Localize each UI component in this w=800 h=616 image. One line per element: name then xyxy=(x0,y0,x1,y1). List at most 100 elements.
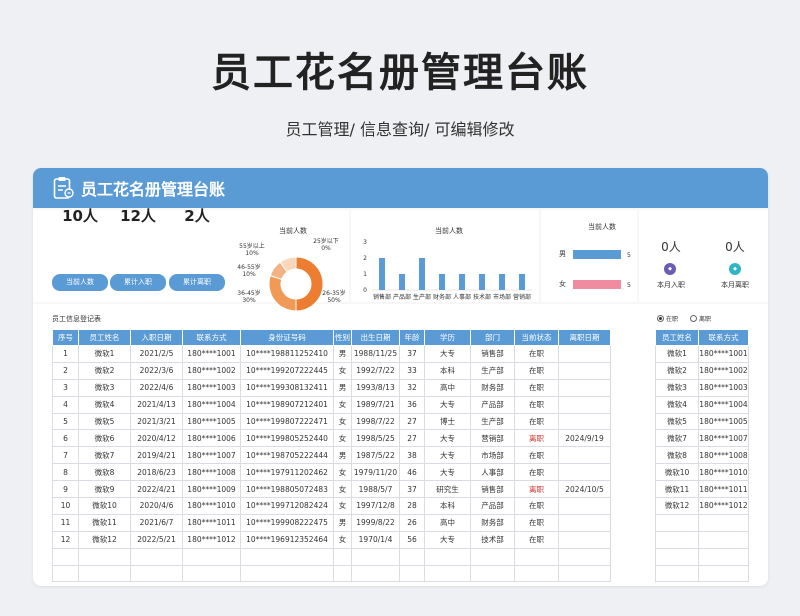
table-row[interactable]: 微软8 180****1008 xyxy=(655,446,749,465)
table-cell[interactable] xyxy=(424,564,471,583)
table-row[interactable]: 10 微软10 2020/4/6 180****1010 10****199712082… xyxy=(52,497,611,515)
table-cell[interactable]: 2022/3/6 xyxy=(130,361,183,380)
table-cell[interactable]: 27 xyxy=(399,412,425,431)
table-cell[interactable]: 人事部 xyxy=(470,463,515,482)
table-cell[interactable]: 微软10 xyxy=(655,463,699,482)
table-cell[interactable]: 10****196912352464 xyxy=(240,530,334,549)
table-cell[interactable] xyxy=(130,547,183,566)
table-cell[interactable]: 5 xyxy=(52,412,79,431)
table-cell[interactable]: 28 xyxy=(399,497,425,515)
table-cell[interactable]: 10 xyxy=(52,497,79,515)
table-cell[interactable]: 微软4 xyxy=(78,395,131,414)
table-row[interactable]: 微软3 180****1003 xyxy=(655,378,749,397)
status-left-radio[interactable] xyxy=(690,315,698,322)
table-cell[interactable] xyxy=(424,547,471,566)
table-cell[interactable]: 1992/7/22 xyxy=(351,361,400,380)
table-cell[interactable]: 女 xyxy=(333,429,352,448)
table-cell[interactable] xyxy=(698,547,749,566)
table-cell[interactable]: 180****1001 xyxy=(182,345,241,363)
table-cell[interactable]: 女 xyxy=(333,480,352,499)
table-cell[interactable]: 微软12 xyxy=(655,497,699,515)
table-cell[interactable]: 12 xyxy=(52,530,79,549)
table-cell[interactable]: 销售部 xyxy=(470,480,515,499)
table-cell[interactable]: 女 xyxy=(333,412,352,431)
table-row[interactable]: 微软10 180****1010 xyxy=(655,463,749,482)
table-cell[interactable]: 研究生 xyxy=(424,480,471,499)
table-cell[interactable] xyxy=(399,564,425,583)
table-cell[interactable]: 180****1012 xyxy=(698,497,749,515)
table-cell[interactable]: 微软10 xyxy=(78,497,131,515)
table-cell[interactable]: 大专 xyxy=(424,345,471,363)
table-cell[interactable]: 微软8 xyxy=(78,463,131,482)
table-row[interactable]: 8 微软8 2018/6/23 180****1008 10****1979112024… xyxy=(52,463,611,482)
table-cell[interactable]: 7 xyxy=(52,446,79,465)
table-cell[interactable]: 46 xyxy=(399,463,425,482)
table-cell[interactable]: 10****198907212401 xyxy=(240,395,334,414)
table-cell[interactable]: 微软11 xyxy=(655,480,699,499)
table-row[interactable]: 微软7 180****1007 xyxy=(655,429,749,448)
table-cell[interactable]: 销售部 xyxy=(470,345,515,363)
table-cell[interactable]: 32 xyxy=(399,378,425,397)
table-cell[interactable]: 180****1006 xyxy=(182,429,241,448)
table-cell[interactable] xyxy=(514,564,559,583)
table-cell[interactable]: 10****199207222445 xyxy=(240,361,334,380)
table-cell[interactable]: 女 xyxy=(333,530,352,549)
table-cell[interactable]: 大专 xyxy=(424,530,471,549)
table-cell[interactable]: 1987/5/22 xyxy=(351,446,400,465)
table-cell[interactable]: 1988/5/7 xyxy=(351,480,400,499)
table-cell[interactable]: 本科 xyxy=(424,497,471,515)
table-row[interactable]: 微软5 180****1005 xyxy=(655,412,749,431)
table-row[interactable]: 微软11 180****1011 xyxy=(655,480,749,499)
table-cell[interactable]: 财务部 xyxy=(470,513,515,532)
total-entry-button[interactable]: 累计入职 xyxy=(110,274,166,291)
table-cell[interactable]: 微软8 xyxy=(655,446,699,465)
table-cell[interactable]: 2020/4/6 xyxy=(130,497,183,515)
table-cell[interactable]: 营销部 xyxy=(470,429,515,448)
table-cell[interactable]: 男 xyxy=(333,513,352,532)
table-cell[interactable] xyxy=(558,345,611,363)
table-cell[interactable] xyxy=(558,361,611,380)
table-cell[interactable]: 微软2 xyxy=(655,361,699,380)
table-cell[interactable]: 在职 xyxy=(514,395,559,414)
table-cell[interactable] xyxy=(182,564,241,583)
table-cell[interactable]: 10****197911202462 xyxy=(240,463,334,482)
table-cell[interactable]: 8 xyxy=(52,463,79,482)
table-cell[interactable]: 在职 xyxy=(514,463,559,482)
table-cell[interactable]: 高中 xyxy=(424,378,471,397)
table-cell[interactable] xyxy=(655,530,699,549)
table-cell[interactable] xyxy=(558,463,611,482)
table-cell[interactable]: 180****1008 xyxy=(182,463,241,482)
table-cell[interactable]: 10****199805252440 xyxy=(240,429,334,448)
table-cell[interactable]: 10****198805072483 xyxy=(240,480,334,499)
table-cell[interactable]: 10****198811252410 xyxy=(240,345,334,363)
table-cell[interactable]: 2018/6/23 xyxy=(130,463,183,482)
table-cell[interactable] xyxy=(351,564,400,583)
table-cell[interactable]: 大专 xyxy=(424,463,471,482)
table-cell[interactable]: 1970/1/4 xyxy=(351,530,400,549)
table-cell[interactable] xyxy=(558,530,611,549)
table-cell[interactable]: 180****1011 xyxy=(698,480,749,499)
table-row[interactable]: 7 微软7 2019/4/21 180****1007 10****1987052224… xyxy=(52,446,611,465)
table-cell[interactable]: 生产部 xyxy=(470,412,515,431)
table-cell[interactable] xyxy=(470,564,515,583)
table-cell[interactable] xyxy=(78,547,131,566)
table-cell[interactable]: 180****1004 xyxy=(698,395,749,414)
table-row[interactable]: 12 微软12 2022/5/21 180****1012 10****19691235… xyxy=(52,530,611,549)
table-cell[interactable] xyxy=(558,446,611,465)
table-cell[interactable]: 56 xyxy=(399,530,425,549)
table-cell[interactable]: 2019/4/21 xyxy=(130,446,183,465)
table-cell[interactable] xyxy=(182,547,241,566)
table-cell[interactable]: 微软12 xyxy=(78,530,131,549)
table-cell[interactable] xyxy=(240,547,334,566)
table-cell[interactable] xyxy=(78,564,131,583)
table-cell[interactable]: 男 xyxy=(333,378,352,397)
table-cell[interactable]: 1 xyxy=(52,345,79,363)
table-cell[interactable]: 4 xyxy=(52,395,79,414)
table-cell[interactable]: 180****1009 xyxy=(182,480,241,499)
table-cell[interactable]: 2021/3/21 xyxy=(130,412,183,431)
table-cell[interactable]: 1998/7/22 xyxy=(351,412,400,431)
status-active-radio[interactable] xyxy=(657,315,664,322)
table-row[interactable] xyxy=(655,547,749,566)
table-cell[interactable]: 180****1005 xyxy=(182,412,241,431)
table-cell[interactable]: 高中 xyxy=(424,513,471,532)
